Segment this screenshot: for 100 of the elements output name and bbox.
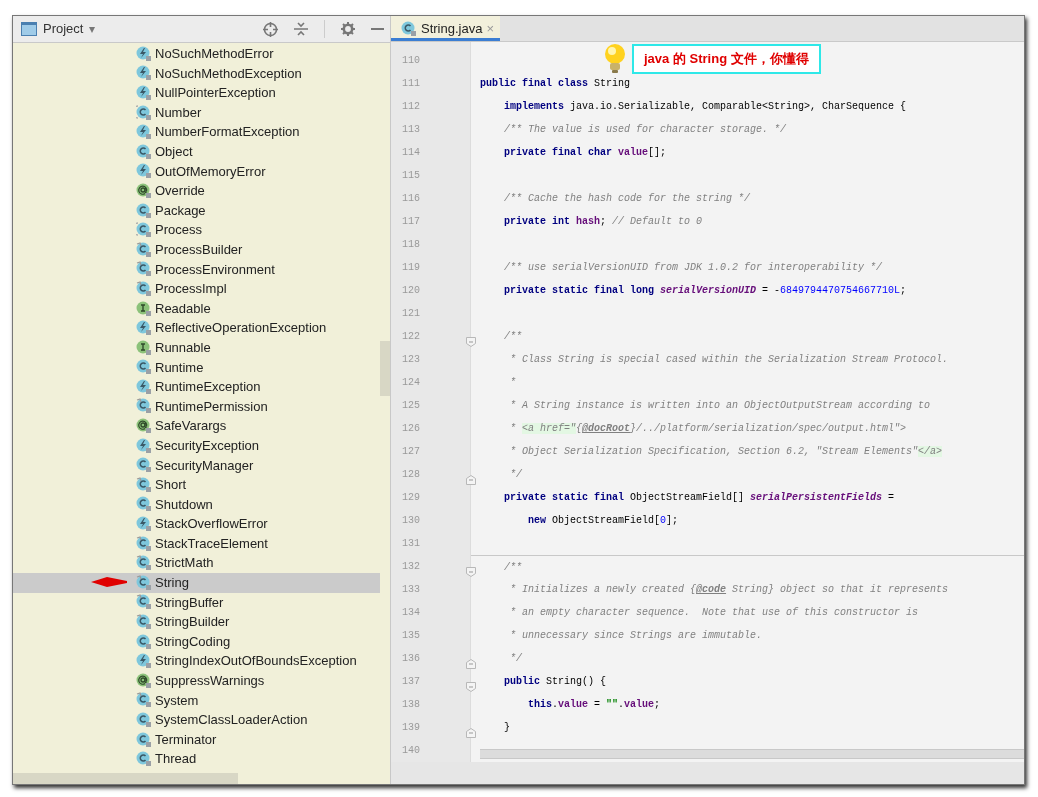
tree-item[interactable]: RuntimeException [13, 377, 380, 397]
line-number: 134 [402, 607, 420, 618]
tree-item[interactable]: Number [13, 102, 380, 123]
tree-item[interactable]: SafeVarargs [13, 416, 380, 436]
code-line: this.value = "".value; [527, 699, 661, 710]
tree-item[interactable]: Short [13, 475, 380, 495]
tree-item[interactable]: NoSuchMethodError [13, 44, 380, 64]
tree-item[interactable]: System [13, 690, 380, 711]
code-line: * an empty character sequence. Note that use of this constructor is [509, 607, 919, 618]
line-number: 114 [402, 147, 420, 158]
code-line: /** use serialVersionUID from JDK 1.0.2 for interoperability */ [503, 262, 883, 273]
code-line: public String() { [503, 676, 607, 687]
line-number: 140 [402, 745, 420, 756]
tree-item[interactable]: StringIndexOutOfBoundsException [13, 651, 380, 671]
line-number: 132 [402, 561, 420, 572]
tree-item-label: ProcessBuilder [155, 241, 243, 259]
tree-item[interactable]: StringBuffer [13, 592, 380, 613]
tree-item-label: StringBuffer [155, 593, 224, 612]
tree-item[interactable]: StackTraceElement [13, 533, 380, 554]
tree-item[interactable]: StringBuilder [13, 612, 380, 632]
tree-item[interactable]: StackOverflowError [13, 514, 380, 534]
tree-item-label: StringIndexOutOfBoundsException [155, 652, 357, 671]
tree-item[interactable]: Process [13, 220, 380, 240]
tree-item[interactable]: ProcessEnvironment [13, 259, 380, 280]
line-number: 136 [402, 653, 420, 664]
tree-item[interactable]: Terminator [13, 729, 380, 750]
file-tab[interactable]: String.java × [391, 16, 500, 41]
tree-item[interactable]: Package [13, 200, 380, 221]
tree-item-label: RuntimeException [155, 378, 261, 397]
tree-item[interactable]: Readable [13, 298, 380, 319]
tree-item[interactable]: SecurityException [13, 435, 380, 456]
tree-item-label: ProcessEnvironment [155, 260, 275, 279]
line-number: 138 [402, 699, 420, 710]
line-number: 137 [402, 676, 420, 687]
line-number: 121 [402, 308, 420, 319]
code-line: public final class String [480, 78, 631, 89]
code-line: * unnecessary since Strings are immutable. [509, 630, 763, 641]
tree-item[interactable]: StringCoding [13, 631, 380, 652]
tree-item[interactable]: Object [13, 141, 380, 162]
tree-item[interactable]: ReflectiveOperationException [13, 318, 380, 338]
tree-item-label: StackTraceElement [155, 534, 268, 553]
code-line: private static final ObjectStreamField[] serialPersistentFields = [503, 492, 895, 503]
code-line: new ObjectStreamField[0]; [527, 515, 679, 526]
tree-item-label: OutOfMemoryError [155, 162, 266, 181]
line-number: 120 [402, 285, 420, 296]
tree-item[interactable]: SecurityManager [13, 455, 380, 476]
code-line: * Initializes a newly created {@code String} object so that it represents [509, 584, 949, 595]
code-line: /** [503, 562, 522, 573]
line-number: 130 [402, 515, 420, 526]
tree-item[interactable]: String [13, 573, 380, 593]
tree-item-label: Object [155, 143, 193, 161]
line-number: 133 [402, 584, 420, 595]
tree-item-label: StringBuilder [155, 613, 230, 632]
line-number: 131 [402, 538, 420, 549]
tree-item-label: System [155, 691, 199, 710]
tree-item-label: Terminator [155, 730, 217, 749]
tree-item[interactable]: SystemClassLoaderAction [13, 710, 380, 730]
tree-item-label: Readable [155, 299, 211, 318]
code-line: * Object Serialization Specification, Section 6.2, "Stream Elements"</a> [509, 446, 943, 457]
line-number: 129 [402, 492, 420, 503]
tree-item-label: Package [155, 201, 206, 220]
line-number: 127 [402, 446, 420, 457]
tree-item-label: Short [155, 476, 187, 495]
tree-item-label: ReflectiveOperationException [155, 319, 327, 338]
tree-item-label: Number [155, 103, 202, 122]
tree-item-label: NullPointerException [155, 84, 276, 103]
line-number: 124 [402, 377, 420, 388]
tree-item[interactable]: StrictMath [13, 553, 380, 574]
line-number: 125 [402, 400, 420, 411]
tree-item[interactable]: Override [13, 181, 380, 201]
code-line: implements java.io.Serializable, Comparable<String>, CharSequence { [503, 101, 907, 112]
tree-item-label: RuntimePermission [155, 397, 268, 416]
line-number: 112 [402, 101, 420, 112]
code-line: * [509, 377, 516, 388]
tree-item[interactable]: ProcessBuilder [13, 239, 380, 260]
tree-item-label: StrictMath [155, 554, 214, 573]
line-number: 116 [402, 193, 420, 204]
line-number: 110 [402, 55, 420, 66]
panel-title[interactable]: Project [43, 19, 84, 39]
tree-item-label: SystemClassLoaderAction [155, 711, 308, 730]
tree-item[interactable]: NoSuchMethodException [13, 63, 380, 84]
tree-item[interactable]: NullPointerException [13, 83, 380, 103]
line-number: 119 [402, 262, 420, 273]
tree-item[interactable]: OutOfMemoryError [13, 161, 380, 182]
tree-item[interactable]: NumberFormatException [13, 122, 380, 142]
tree-item[interactable]: Shutdown [13, 494, 380, 515]
tree-item[interactable]: RuntimePermission [13, 396, 380, 417]
line-number: 117 [402, 216, 420, 227]
tree-item[interactable]: Runtime [13, 357, 380, 378]
tree-item-label: Thread [155, 750, 197, 769]
tree-item[interactable]: Runnable [13, 337, 380, 358]
tree-item-label: String [155, 574, 189, 593]
line-number: 128 [402, 469, 420, 480]
tree-item-label: NoSuchMethodException [155, 64, 302, 83]
tree-item-label: Shutdown [155, 495, 213, 514]
code-line: */ [509, 469, 522, 480]
dropdown-caret[interactable]: ▾ [89, 20, 96, 38]
tree-item[interactable]: SuppressWarnings [13, 671, 380, 691]
tree-item[interactable]: Thread [13, 749, 380, 769]
tree-item[interactable]: ProcessImpl [13, 279, 380, 299]
